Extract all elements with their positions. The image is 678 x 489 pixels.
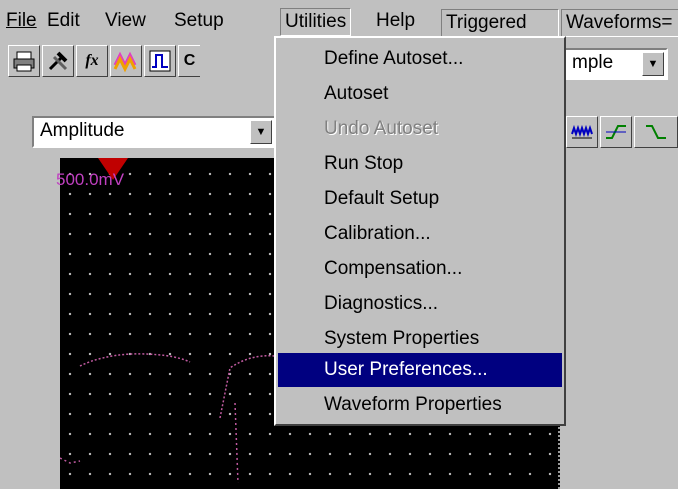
acquisition-mode-value: mple xyxy=(572,52,614,73)
menu-bar: File Edit View Setup Utilities Help Trig… xyxy=(0,0,678,38)
acquisition-mode-dropdown-button[interactable]: ▼ xyxy=(642,52,664,76)
burst-icon xyxy=(571,124,593,139)
menu-utilities[interactable]: Utilities xyxy=(280,8,352,36)
printer-icon xyxy=(13,51,35,72)
pulse-measure-icon xyxy=(149,50,171,72)
waveform-button[interactable] xyxy=(110,45,142,77)
menu-edit[interactable]: Edit xyxy=(47,9,80,33)
burst-measure-button[interactable] xyxy=(566,116,598,148)
toolbar-c-button[interactable]: C xyxy=(178,45,200,77)
menu-item-diagnostics[interactable]: Diagnostics... xyxy=(278,287,562,321)
hammer-wrench-icon xyxy=(48,51,68,71)
status-triggered: Triggered xyxy=(441,9,559,37)
menu-item-run-stop[interactable]: Run Stop xyxy=(278,147,562,181)
fall-measure-button[interactable] xyxy=(634,116,678,148)
status-waveforms: Waveforms= xyxy=(561,9,678,37)
measurement-dropdown-button[interactable]: ▼ xyxy=(250,120,272,144)
fall-edge-icon xyxy=(646,125,666,139)
menu-item-default-setup[interactable]: Default Setup xyxy=(278,182,562,216)
print-button[interactable] xyxy=(8,45,40,77)
menu-file[interactable]: File xyxy=(6,9,37,33)
fx-icon: fx xyxy=(85,52,99,69)
menu-item-system-properties[interactable]: System Properties xyxy=(278,322,562,356)
menu-item-define-autoset[interactable]: Define Autoset... xyxy=(278,42,562,76)
menu-view[interactable]: View xyxy=(105,9,146,33)
chevron-down-icon: ▼ xyxy=(255,126,267,138)
measurement-value: Amplitude xyxy=(40,120,125,141)
acquisition-mode-combo[interactable]: mple ▼ xyxy=(564,48,668,80)
menu-item-waveform-properties[interactable]: Waveform Properties xyxy=(278,388,562,422)
utilities-menu: Define Autoset... Autoset Undo Autoset R… xyxy=(274,36,566,426)
chevron-down-icon: ▼ xyxy=(647,58,659,70)
menu-help[interactable]: Help xyxy=(376,9,415,33)
menu-item-user-preferences[interactable]: User Preferences... xyxy=(278,353,562,387)
rise-measure-button[interactable] xyxy=(600,116,632,148)
rise-edge-icon xyxy=(606,125,626,139)
menu-item-autoset[interactable]: Autoset xyxy=(278,77,562,111)
measure-button[interactable] xyxy=(144,45,176,77)
tools-button[interactable] xyxy=(42,45,74,77)
menu-setup[interactable]: Setup xyxy=(174,9,224,33)
menu-item-undo-autoset: Undo Autoset xyxy=(324,118,439,139)
waveform-icon xyxy=(113,51,137,73)
menu-item-calibration[interactable]: Calibration... xyxy=(278,217,562,251)
measurement-combo[interactable]: Amplitude ▼ xyxy=(32,116,276,148)
menu-item-compensation[interactable]: Compensation... xyxy=(278,252,562,286)
toolbar-c-label: C xyxy=(183,52,196,69)
math-button[interactable]: fx xyxy=(76,45,108,77)
